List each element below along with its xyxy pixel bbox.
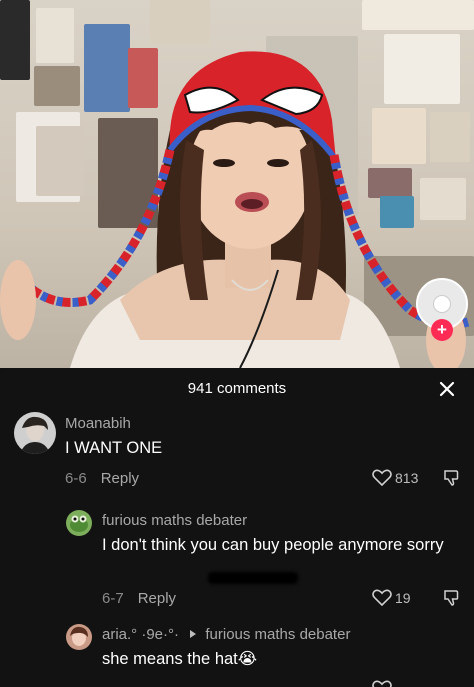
comment-username[interactable]: aria.° ·9e·°· <box>102 626 179 643</box>
avatar-portrait-icon <box>66 624 92 650</box>
reply-to-username[interactable]: furious maths debater <box>205 626 350 643</box>
avatar-portrait-icon <box>14 412 56 454</box>
like-count: 19 <box>395 590 411 606</box>
like-button[interactable]: 19 <box>372 589 411 607</box>
reply-comment-item: furious maths debater I don't think you … <box>0 498 474 618</box>
comment-text: I WANT ONE <box>65 439 163 457</box>
redaction-bar <box>208 572 298 584</box>
user-avatar[interactable] <box>66 624 92 650</box>
reply-arrow-icon <box>190 630 197 638</box>
video-subject <box>0 51 470 368</box>
user-avatar[interactable] <box>66 510 92 536</box>
comment-text-row: she means the hat😭 <box>102 648 257 671</box>
dislike-icon[interactable] <box>442 589 460 607</box>
comment-username[interactable]: Moanabih <box>65 415 131 432</box>
comment-date: 6-6 <box>65 470 87 487</box>
heart-outline-icon <box>372 589 392 607</box>
comment-meta: 6-6 Reply <box>65 470 139 487</box>
heart-outline-icon <box>372 469 392 487</box>
reply-button[interactable]: Reply <box>101 470 139 487</box>
comment-text: I don't think you can buy people anymore… <box>102 536 444 554</box>
user-avatar[interactable] <box>14 412 56 454</box>
comment-item: Moanabih I WANT ONE 6-6 Reply 813 <box>0 368 474 498</box>
comment-text: she means the hat <box>102 650 238 668</box>
comment-username[interactable]: furious maths debater <box>102 512 247 529</box>
like-button-partial[interactable] <box>372 680 395 687</box>
heart-outline-icon <box>372 680 392 687</box>
reply-comment-item: aria.° ·9e·°· furious maths debater she … <box>0 618 474 687</box>
like-count: 813 <box>395 470 419 486</box>
avatar-placeholder-icon <box>434 296 450 312</box>
comment-meta: 6-7 Reply <box>102 590 176 607</box>
follow-plus-button[interactable]: + <box>431 319 453 341</box>
comment-meta-partial <box>102 678 106 687</box>
frog-avatar-icon <box>66 510 92 536</box>
comment-date: 6-7 <box>102 590 124 607</box>
comments-sheet: 941 comments Moanabih I WANT ONE 6-6 Repl… <box>0 368 474 687</box>
dislike-icon[interactable] <box>442 469 460 487</box>
video-player[interactable]: + <box>0 0 474 368</box>
crying-emoji: 😭 <box>237 650 258 668</box>
like-button[interactable]: 813 <box>372 469 418 487</box>
reply-button[interactable]: Reply <box>138 590 176 607</box>
comment-username-row: aria.° ·9e·°· furious maths debater <box>102 626 350 643</box>
